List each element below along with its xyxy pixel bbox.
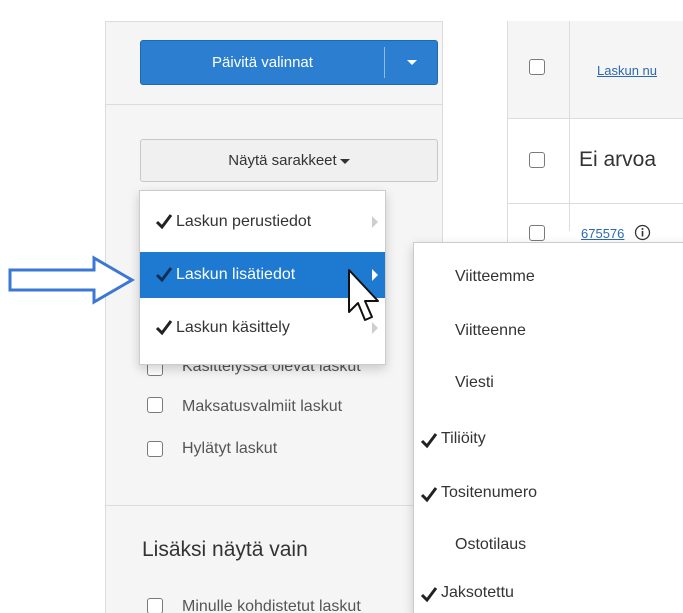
caret-down-icon [339, 159, 350, 164]
panel-divider [106, 505, 442, 506]
check-icon [155, 267, 173, 283]
info-icon[interactable] [634, 224, 651, 241]
column-separator [569, 21, 570, 231]
submenu-item-label: Viitteenne [455, 322, 526, 339]
submenu-item-label: Tiliöity [441, 430, 486, 447]
group-checkbox[interactable] [529, 152, 545, 168]
submenu-item-label: Viitteemme [455, 268, 535, 285]
menu-item-label: Laskun käsittely [176, 319, 290, 336]
filter-checkbox[interactable] [147, 598, 163, 613]
update-selections-button[interactable]: Päivitä valinnat [141, 41, 384, 84]
row-checkbox[interactable] [529, 225, 545, 241]
submenu-item-label: Jaksotettu [441, 584, 514, 601]
check-icon [155, 320, 173, 336]
row-divider [508, 203, 683, 204]
check-icon [420, 587, 438, 603]
additional-info-submenu: Viitteemme Viitteenne Viesti Tiliöity To… [413, 242, 683, 613]
filter-checkbox[interactable] [147, 441, 163, 457]
filter-checkbox[interactable] [147, 397, 163, 413]
caret-down-icon [406, 60, 417, 65]
show-columns-button[interactable]: Näytä sarakkeet [140, 139, 438, 182]
filter-label: Hylätyt laskut [182, 440, 278, 457]
right-arrow-icon [8, 255, 135, 305]
filter-label: Minulle kohdistetut laskut [182, 598, 361, 613]
group-title: Ei arvoa [579, 148, 657, 171]
menu-item-label: Laskun lisätiedot [176, 266, 296, 283]
mouse-pointer-icon [348, 269, 379, 321]
menu-item-basic-info[interactable]: Laskun perustiedot [140, 199, 385, 245]
submenu-item-label: Tositenumero [441, 484, 538, 501]
update-selections-button-group: Päivitä valinnat [140, 40, 438, 85]
submenu-item-label: Viesti [455, 374, 494, 391]
update-options-toggle[interactable] [385, 41, 438, 84]
invoice-id-link[interactable]: 675576 [581, 226, 624, 241]
submenu-item-label: Ostotilaus [455, 536, 527, 553]
menu-item-label: Laskun perustiedot [176, 213, 312, 230]
show-columns-label: Näytä sarakkeet [228, 152, 337, 169]
check-icon [420, 433, 438, 449]
invoice-number-column-header[interactable]: Laskun nu [597, 63, 657, 78]
additional-filters-heading: Lisäksi näytä vain [142, 538, 308, 561]
filter-label: Maksatusvalmiit laskut [182, 398, 343, 415]
chevron-right-icon [372, 216, 378, 228]
select-all-checkbox[interactable] [529, 59, 545, 75]
panel-divider [106, 104, 442, 105]
check-icon [155, 214, 173, 230]
check-icon [420, 487, 438, 503]
